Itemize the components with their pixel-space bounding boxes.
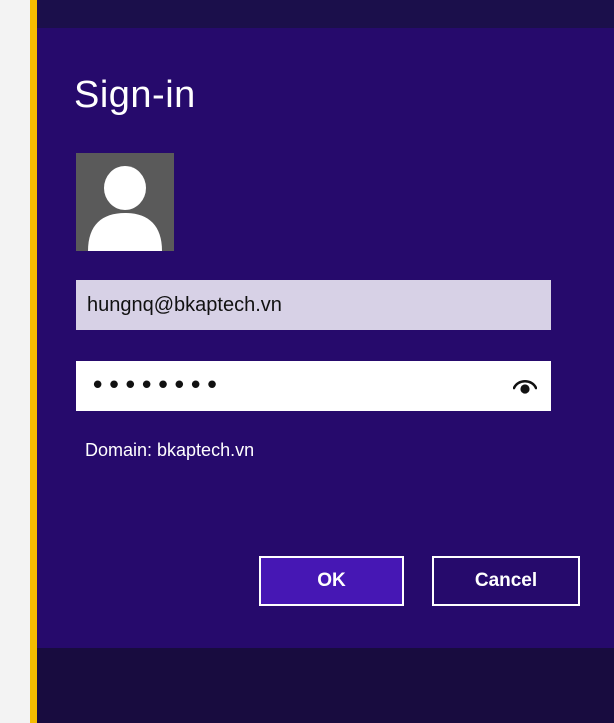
- eye-icon[interactable]: [513, 376, 537, 396]
- user-avatar: [76, 153, 174, 251]
- footer-band: [37, 648, 614, 723]
- sign-in-dialog: Sign-in hungnq@bkaptech.vn •••••••• Doma…: [37, 28, 614, 648]
- username-field[interactable]: hungnq@bkaptech.vn: [76, 280, 551, 330]
- dialog-title: Sign-in: [74, 74, 196, 116]
- accent-bar: [30, 0, 37, 723]
- domain-label: Domain: bkaptech.vn: [85, 440, 255, 460]
- cancel-button[interactable]: Cancel: [432, 556, 580, 606]
- screen: Sign-in hungnq@bkaptech.vn •••••••• Doma…: [0, 0, 614, 723]
- password-field[interactable]: ••••••••: [76, 361, 510, 411]
- ok-button[interactable]: OK: [259, 556, 404, 606]
- user-silhouette-icon: [88, 166, 162, 251]
- password-field-container: ••••••••: [76, 361, 551, 411]
